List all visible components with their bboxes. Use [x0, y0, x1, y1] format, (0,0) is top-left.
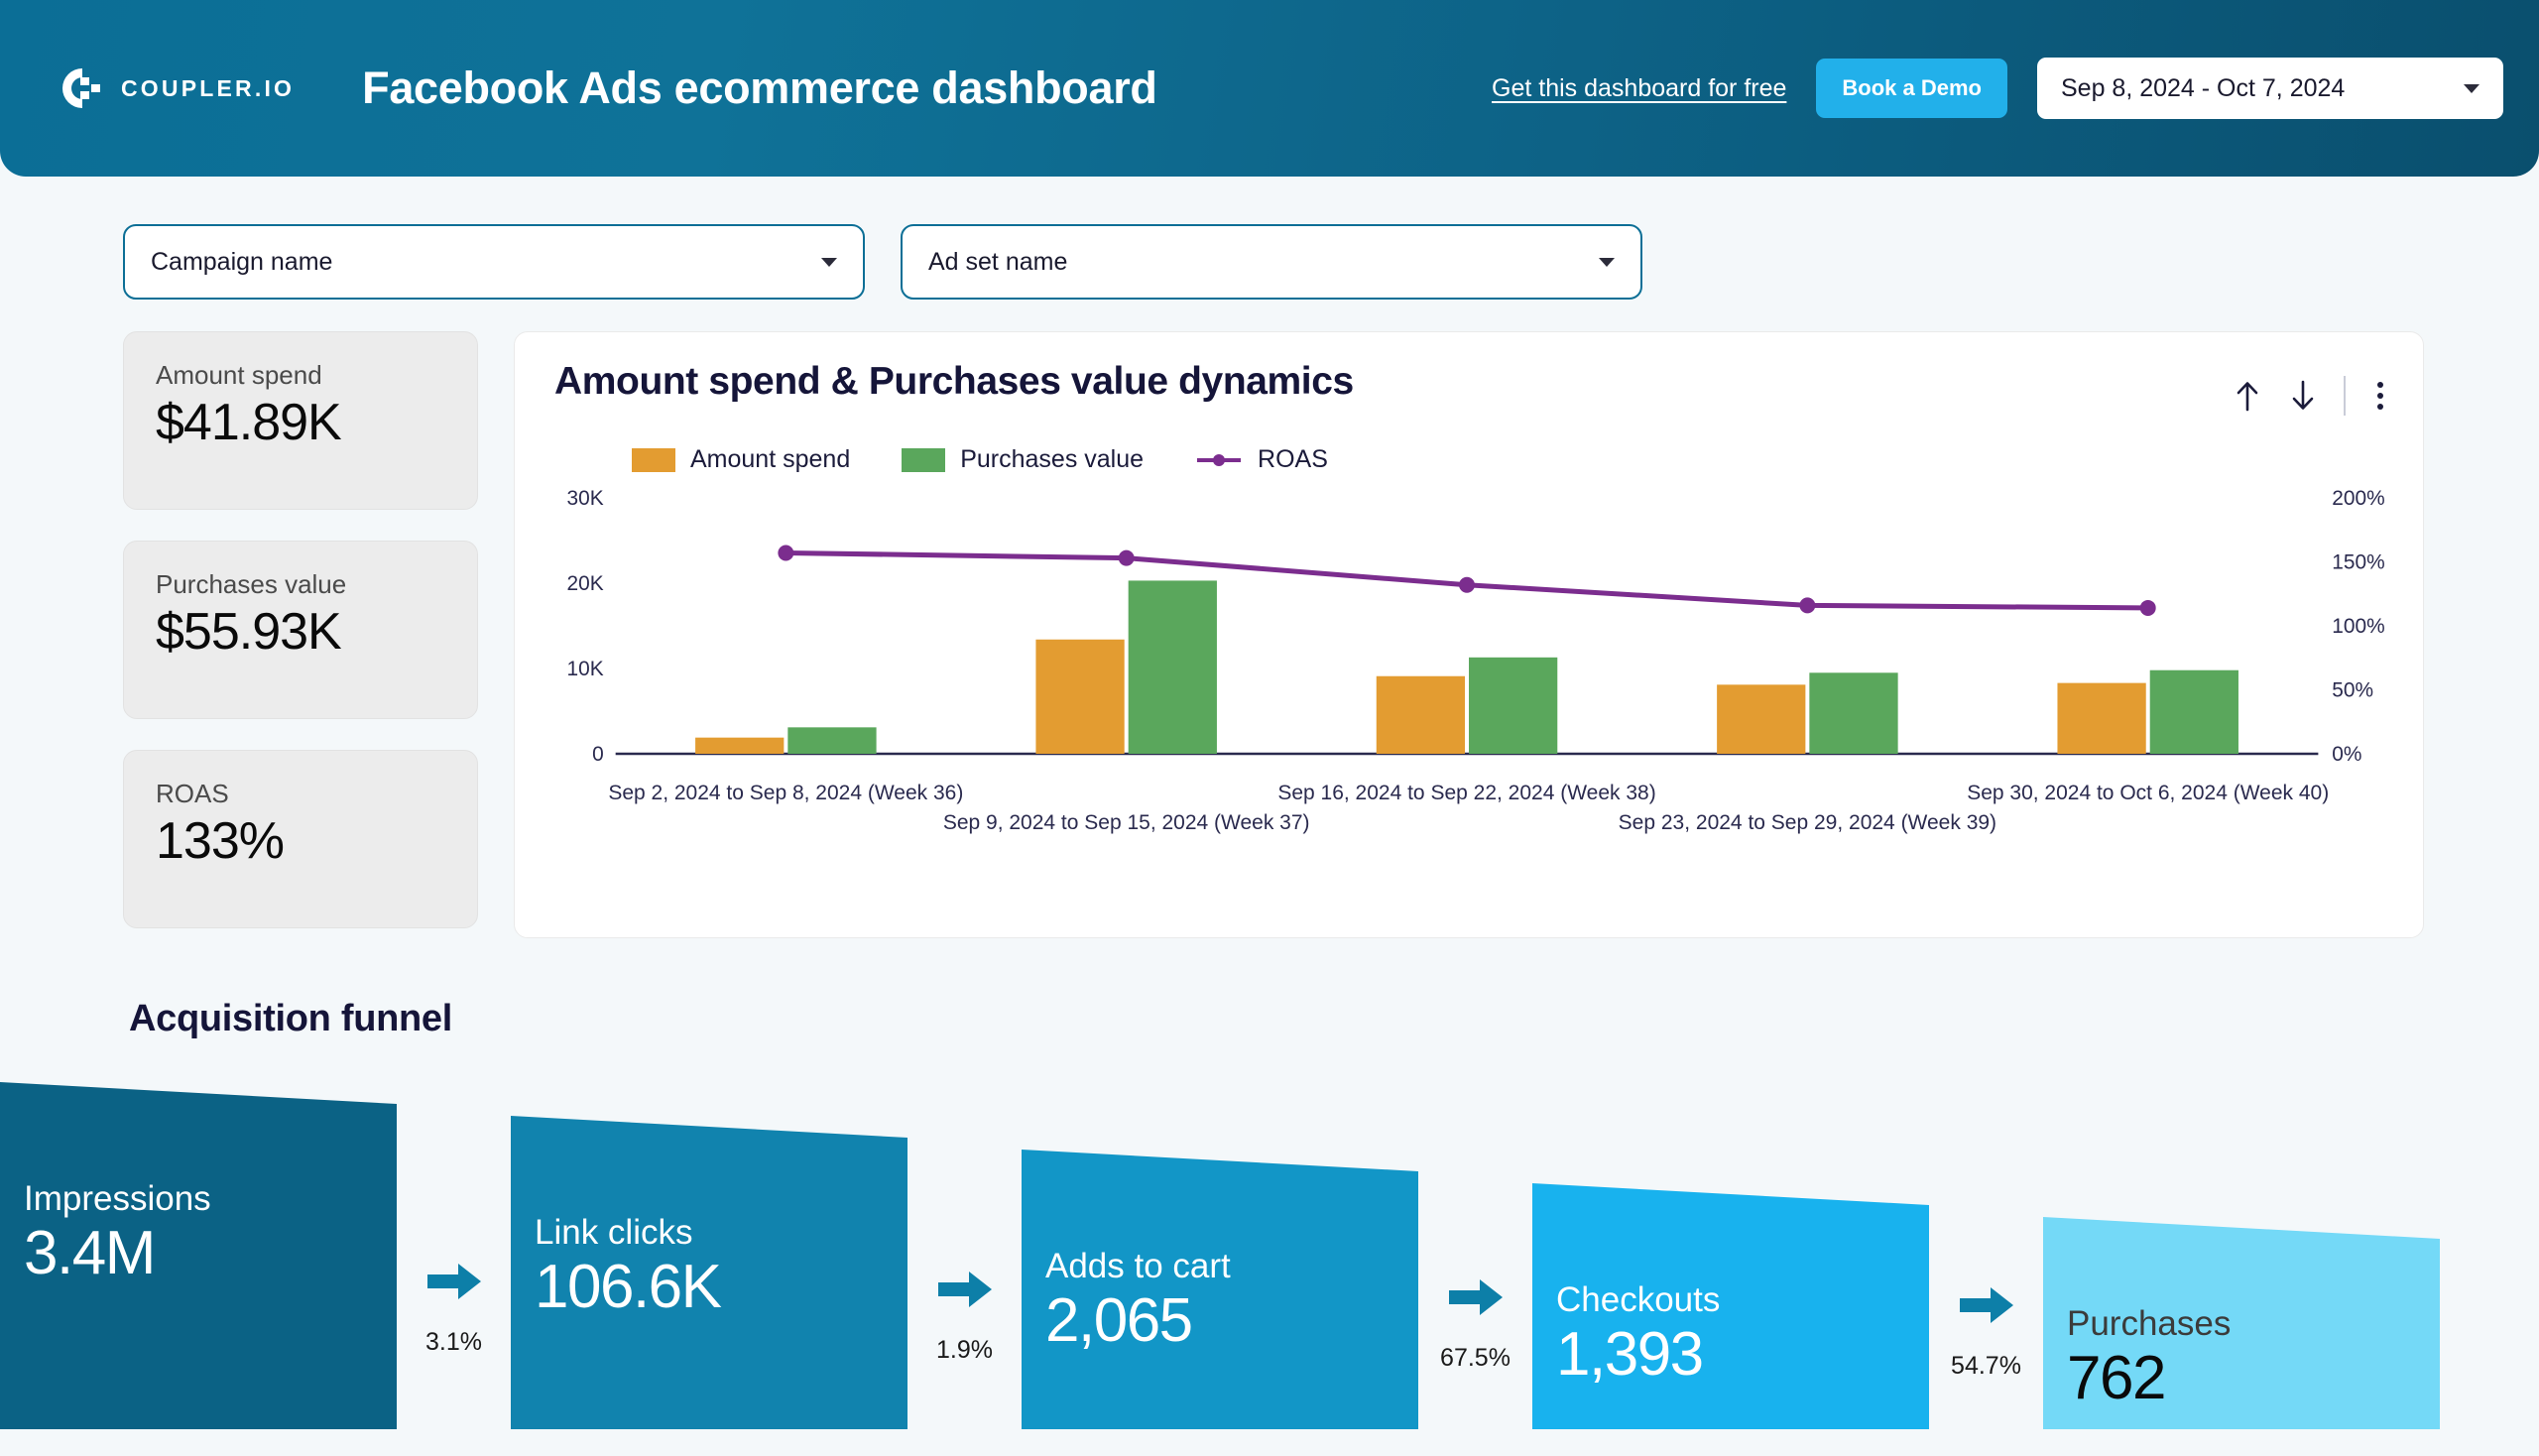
legend-line-icon — [1195, 448, 1243, 472]
funnel-step-content: Link clicks 106.6K — [511, 1116, 907, 1321]
svg-text:0: 0 — [592, 743, 604, 766]
funnel-step[interactable]: Adds to cart 2,065 — [1022, 1150, 1418, 1429]
x-axis-label: Sep 16, 2024 to Sep 22, 2024 (Week 38) — [1277, 782, 1656, 804]
funnel-conversion-rate: 54.7% — [1951, 1352, 2021, 1380]
funnel-conversion: 3.1% — [407, 1261, 501, 1357]
legend-label: Purchases value — [960, 445, 1145, 473]
book-demo-button[interactable]: Book a Demo — [1816, 59, 2007, 118]
chart-title: Amount spend & Purchases value dynamics — [554, 360, 1354, 403]
arrow-right-icon — [937, 1272, 992, 1307]
legend-swatch-icon — [902, 447, 946, 472]
chart-toolbar — [2233, 360, 2389, 416]
kebab-menu-icon[interactable] — [2371, 380, 2389, 412]
arrow-right-icon — [426, 1264, 481, 1299]
campaign-name-filter-label: Campaign name — [151, 247, 333, 276]
kpi-label: Purchases value — [156, 569, 347, 599]
x-axis-label: Sep 9, 2024 to Sep 15, 2024 (Week 37) — [942, 811, 1310, 834]
kpi-value: $41.89K — [156, 394, 342, 451]
filter-bar: Campaign name Ad set name — [0, 177, 2539, 300]
legend-item-roas[interactable]: ROAS — [1195, 445, 1328, 474]
funnel-step-value: 2,065 — [1045, 1286, 1193, 1355]
brand-logo: COUPLER.IO — [60, 65, 295, 111]
svg-text:50%: 50% — [2332, 678, 2373, 701]
kpi-card-roas: ROAS 133% — [123, 750, 478, 928]
funnel-step-label: Link clicks — [535, 1213, 693, 1252]
kpi-value: 133% — [156, 812, 285, 870]
get-dashboard-free-link[interactable]: Get this dashboard for free — [1492, 74, 1786, 103]
funnel-step-value: 1,393 — [1556, 1320, 1704, 1389]
x-axis-label: Sep 30, 2024 to Oct 6, 2024 (Week 40) — [1967, 782, 2330, 804]
svg-text:200%: 200% — [2332, 487, 2384, 510]
svg-text:30K: 30K — [567, 487, 604, 510]
legend-swatch-icon — [632, 447, 675, 472]
date-range-picker[interactable]: Sep 8, 2024 - Oct 7, 2024 — [2037, 58, 2503, 119]
svg-text:100%: 100% — [2332, 615, 2384, 638]
kpi-card-list: Amount spend $41.89K Purchases value $55… — [123, 331, 478, 928]
kpi-card-amount-spend: Amount spend $41.89K — [123, 331, 478, 510]
svg-text:20K: 20K — [567, 572, 604, 595]
funnel-step-label: Checkouts — [1556, 1280, 1721, 1319]
funnel-step-value: 3.4M — [24, 1219, 156, 1287]
arrow-up-icon[interactable] — [2233, 379, 2262, 413]
funnel-step-content: Adds to cart 2,065 — [1022, 1150, 1418, 1355]
acquisition-funnel: Impressions 3.4M Link clicks 106.6K Adds to … — [0, 1082, 2539, 1429]
funnel-section-title: Acquisition funnel — [129, 998, 453, 1039]
chart-header: Amount spend & Purchases value dynamics — [554, 360, 2389, 416]
chart-svg: 0 10K 20K 30K 0% 50% 100% 150% 200% — [567, 487, 2385, 766]
funnel-conversion: 54.7% — [1939, 1284, 2033, 1381]
arrow-right-icon — [1959, 1287, 2013, 1323]
funnel-step-content: Impressions 3.4M — [0, 1082, 397, 1287]
chevron-down-icon — [1599, 257, 1615, 267]
legend-item-amount-spend[interactable]: Amount spend — [632, 445, 850, 474]
dynamics-chart-card: Amount spend & Purchases value dynamics — [514, 331, 2424, 938]
legend-item-purchases-value[interactable]: Purchases value — [902, 445, 1144, 474]
funnel-conversion-rate: 1.9% — [936, 1336, 993, 1364]
funnel-step[interactable]: Impressions 3.4M — [0, 1082, 397, 1429]
chart-x-axis-labels: Sep 2, 2024 to Sep 8, 2024 (Week 36) Sep … — [554, 782, 2389, 839]
funnel-conversion: 1.9% — [917, 1269, 1012, 1365]
funnel-step-value: 106.6K — [535, 1253, 722, 1321]
chevron-down-icon — [821, 257, 837, 267]
toolbar-divider — [2344, 376, 2346, 416]
ad-set-name-filter-label: Ad set name — [928, 247, 1068, 276]
funnel-conversion: 67.5% — [1428, 1276, 1522, 1373]
coupler-logo-icon — [60, 65, 105, 111]
svg-text:10K: 10K — [567, 658, 604, 680]
funnel-step[interactable]: Link clicks 106.6K — [511, 1116, 907, 1429]
funnel-step-content: Purchases762Link clicks to purchases0.7% — [2043, 1217, 2440, 1429]
brand-name: COUPLER.IO — [121, 74, 296, 101]
funnel-conversion-rate: 3.1% — [425, 1328, 482, 1356]
chart-legend: Amount spend Purchases value ROAS — [632, 445, 2389, 474]
funnel-step-value: 762 — [2067, 1344, 2166, 1412]
kpi-label: Amount spend — [156, 360, 322, 390]
kpi-label: ROAS — [156, 779, 229, 808]
x-axis-label: Sep 23, 2024 to Sep 29, 2024 (Week 39) — [1618, 811, 1997, 834]
header-actions: Get this dashboard for free Book a Demo … — [1492, 58, 2503, 119]
funnel-step-sub-label: Link clicks to purchases — [2067, 1426, 2440, 1429]
legend-label: Amount spend — [690, 445, 851, 473]
funnel-conversion-rate: 67.5% — [1440, 1344, 1511, 1372]
funnel-step-content: Checkouts 1,393 — [1532, 1183, 1929, 1389]
svg-text:0%: 0% — [2332, 743, 2361, 766]
funnel-step-label: Adds to cart — [1045, 1247, 1231, 1285]
app-header: COUPLER.IO Facebook Ads ecommerce dashbo… — [0, 0, 2539, 177]
chart-plot-area: 0 10K 20K 30K 0% 50% 100% 150% 200% — [554, 482, 2389, 780]
funnel-step-label: Impressions — [24, 1179, 211, 1218]
main-content: Amount spend $41.89K Purchases value $55… — [0, 300, 2539, 938]
campaign-name-filter[interactable]: Campaign name — [123, 224, 865, 300]
svg-text:150%: 150% — [2332, 550, 2384, 573]
page-title: Facebook Ads ecommerce dashboard — [362, 62, 1157, 113]
funnel-step[interactable]: Purchases762Link clicks to purchases0.7% — [2043, 1217, 2440, 1429]
funnel-step-label: Purchases — [2067, 1304, 2232, 1343]
x-axis-label: Sep 2, 2024 to Sep 8, 2024 (Week 36) — [608, 782, 964, 804]
kpi-value: $55.93K — [156, 603, 342, 661]
arrow-right-icon — [1448, 1279, 1503, 1315]
chevron-down-icon — [2464, 83, 2479, 93]
funnel-step[interactable]: Checkouts 1,393 — [1532, 1183, 1929, 1429]
kpi-card-purchases-value: Purchases value $55.93K — [123, 541, 478, 719]
ad-set-name-filter[interactable]: Ad set name — [901, 224, 1642, 300]
date-range-value: Sep 8, 2024 - Oct 7, 2024 — [2061, 73, 2346, 102]
arrow-down-icon[interactable] — [2288, 379, 2318, 413]
legend-label: ROAS — [1258, 445, 1328, 473]
